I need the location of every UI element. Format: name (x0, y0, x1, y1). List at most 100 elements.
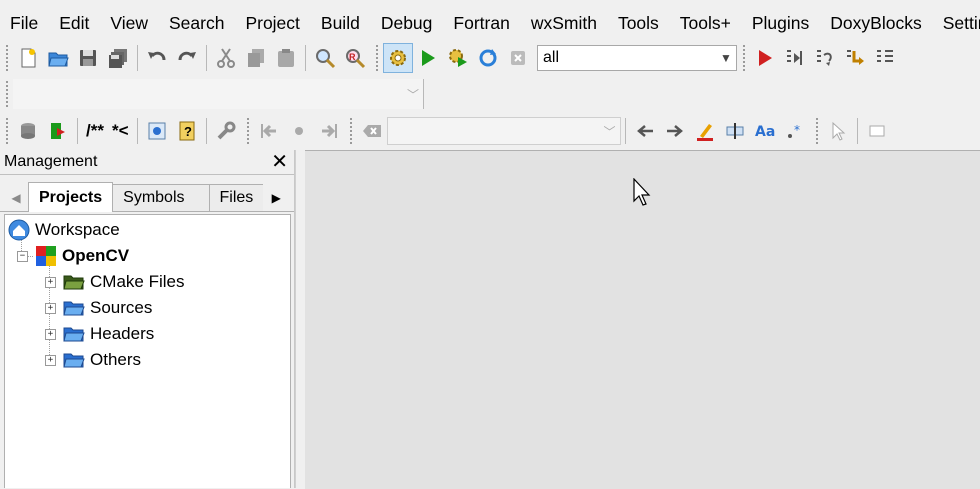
toolbar-separator (624, 118, 626, 144)
rebuild-icon[interactable] (473, 43, 503, 73)
pointer-icon[interactable] (823, 116, 853, 146)
workspace-label: Workspace (35, 220, 120, 239)
menu-fortran[interactable]: Fortran (443, 7, 520, 39)
workspace-icon (7, 218, 31, 242)
find-icon[interactable] (310, 43, 340, 73)
management-tabs: ◀ Projects Symbols Files ▶ (0, 181, 294, 212)
scope-select[interactable]: ﹀ (13, 79, 423, 109)
chm-help-icon[interactable]: ? (172, 116, 202, 146)
save-icon[interactable] (73, 43, 103, 73)
tree-node-project[interactable]: − OpenCV (17, 243, 129, 269)
menu-settings[interactable]: Settings (933, 7, 980, 39)
close-icon[interactable]: ✕ (271, 152, 288, 172)
expand-icon[interactable]: + (45, 302, 56, 314)
toolbar-grip[interactable] (374, 44, 380, 71)
tab-projects[interactable]: Projects (28, 182, 114, 212)
menu-tools[interactable]: Tools+ (670, 7, 742, 39)
toolbar-separator (423, 79, 424, 109)
chevron-down-icon: ﹀ (603, 124, 616, 139)
menu-doxyblocks[interactable]: DoxyBlocks (820, 7, 932, 39)
svg-text:*: * (794, 123, 800, 137)
menu-view[interactable]: View (100, 7, 159, 39)
replace-icon[interactable]: R (340, 43, 370, 73)
comment-line-button[interactable]: *< (108, 116, 133, 146)
tree-node-others[interactable]: + Others (45, 347, 141, 373)
step-out-icon[interactable] (870, 43, 900, 73)
highlight-icon[interactable] (690, 116, 720, 146)
project-tree[interactable]: Workspace − OpenCV + CMake Files + Sourc… (4, 214, 291, 488)
incremental-search-input[interactable]: ﹀ (386, 117, 621, 145)
toolbar-separator (856, 118, 858, 144)
match-case-icon[interactable]: Aa (750, 116, 780, 146)
clear-search-icon[interactable] (357, 116, 387, 146)
menu-search[interactable]: Search (159, 7, 235, 39)
step-into-icon[interactable] (840, 43, 870, 73)
copy-icon[interactable] (241, 43, 271, 73)
tab-scroll-left-icon[interactable]: ◀ (4, 185, 28, 211)
tab-symbols[interactable]: Symbols (112, 184, 210, 211)
expand-icon[interactable]: + (45, 354, 56, 366)
folder-label: CMake Files (90, 272, 185, 291)
toolbar-grip[interactable] (741, 44, 747, 71)
doxy-wizard-icon[interactable] (13, 116, 43, 146)
tree-node-cmake-files[interactable]: + CMake Files (45, 269, 184, 295)
toolbar-separator (136, 118, 138, 144)
management-title: Management (4, 153, 98, 170)
folder-icon (62, 296, 86, 320)
tree-node-headers[interactable]: + Headers (45, 321, 154, 347)
toolbar-grip[interactable] (813, 118, 820, 144)
tab-files[interactable]: Files (208, 184, 264, 211)
redo-icon[interactable] (172, 43, 202, 73)
menu-file[interactable]: File (0, 7, 49, 39)
jump-back-icon[interactable] (254, 116, 284, 146)
search-prev-icon[interactable] (630, 116, 660, 146)
tree-node-sources[interactable]: + Sources (45, 295, 152, 321)
build-target-select[interactable]: all ▼ (537, 44, 737, 71)
menu-wxsmith[interactable]: wxSmith (521, 7, 608, 39)
toolbar-separator (137, 44, 138, 71)
new-file-icon[interactable] (13, 43, 43, 73)
cut-icon[interactable] (211, 43, 241, 73)
doxy-extract-icon[interactable] (43, 116, 73, 146)
selected-text-icon[interactable] (720, 116, 750, 146)
open-icon[interactable] (43, 43, 73, 73)
comment-block-button[interactable]: /** (82, 116, 108, 146)
folder-icon (62, 322, 86, 346)
wrench-icon[interactable] (211, 116, 241, 146)
search-next-icon[interactable] (660, 116, 690, 146)
toolbar-grip[interactable] (347, 118, 354, 144)
menu-build[interactable]: Build (311, 7, 371, 39)
jump-forward-icon[interactable] (314, 116, 344, 146)
undo-icon[interactable] (142, 43, 172, 73)
menu-bar: File Edit View Search Project Build Debug Fortr… (0, 7, 980, 39)
tree-node-workspace[interactable]: Workspace (7, 217, 120, 243)
build-run-icon[interactable] (443, 43, 473, 73)
bookmark-dot-icon[interactable] (284, 116, 314, 146)
box-icon[interactable] (862, 116, 892, 146)
menu-debug[interactable]: Debug (371, 7, 444, 39)
collapse-icon[interactable]: − (17, 250, 28, 262)
toolbar-grip[interactable] (4, 81, 10, 107)
menu-edit[interactable]: Edit (49, 7, 100, 39)
run-icon[interactable] (413, 43, 443, 73)
toolbar-grip[interactable] (244, 118, 251, 144)
menu-plugins[interactable]: Plugins (742, 7, 820, 39)
html-docs-icon[interactable] (142, 116, 172, 146)
toolbar-grip[interactable] (4, 118, 10, 144)
menu-project[interactable]: Project (235, 7, 310, 39)
build-gear-icon[interactable] (383, 42, 413, 73)
run-to-cursor-icon[interactable] (780, 43, 810, 73)
svg-text:R: R (349, 52, 356, 62)
tab-scroll-right-icon[interactable]: ▶ (264, 185, 288, 211)
management-panel: Management ✕ ◀ Projects Symbols Files ▶ … (0, 150, 295, 488)
toolbar-grip[interactable] (4, 44, 10, 71)
debug-start-icon[interactable] (750, 43, 780, 73)
save-all-icon[interactable] (103, 43, 133, 73)
next-line-icon[interactable] (810, 43, 840, 73)
menu-tools[interactable]: Tools (608, 7, 670, 39)
regex-icon[interactable]: * (780, 116, 810, 146)
paste-icon[interactable] (271, 43, 301, 73)
expand-icon[interactable]: + (45, 276, 56, 288)
abort-icon[interactable] (503, 43, 533, 73)
expand-icon[interactable]: + (45, 328, 56, 340)
